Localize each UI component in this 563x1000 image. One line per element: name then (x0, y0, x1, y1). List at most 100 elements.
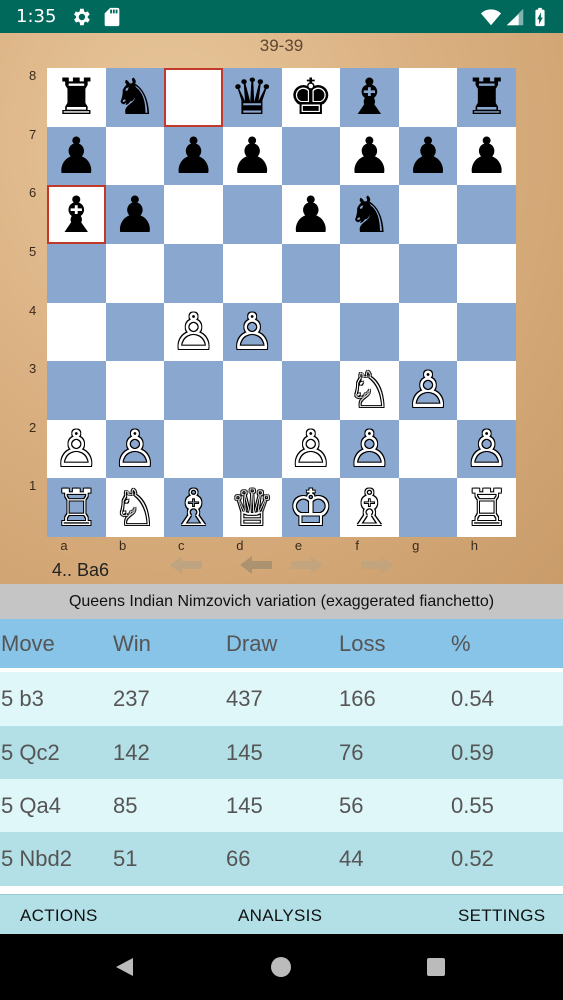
square-g4[interactable] (398, 302, 458, 362)
table-row[interactable]: 5 b3 237 437 166 0.54 (0, 672, 563, 726)
square-e6[interactable]: ♟ (281, 185, 341, 244)
chess-board[interactable]: ♜ ♞ ♛ ♚ ♝ ♜ ♟ ♟ ♟ ♟ ♟ ♟ ♝ ♟ ♟ ♞ ♙ ♙ ♘ ♙ ♙ ♙ ♙ ♙ ♙ ♖ ♘ ♗ ♕ ♔ ♗ ♖ (47, 68, 516, 537)
square-b1[interactable]: ♘ (105, 478, 165, 537)
chess-piece[interactable]: ♟ (113, 190, 158, 240)
square-a7[interactable]: ♟ (47, 126, 106, 186)
square-g2[interactable] (398, 419, 458, 479)
table-row[interactable]: 5 Nbd2 51 66 44 0.52 (0, 832, 563, 886)
square-f8[interactable]: ♝ (340, 68, 399, 127)
square-c4[interactable]: ♙ (164, 302, 223, 362)
chess-piece[interactable]: ♙ (54, 424, 99, 474)
chess-piece[interactable]: ♟ (54, 131, 99, 181)
square-h5[interactable] (457, 243, 516, 303)
square-c5[interactable] (164, 243, 223, 303)
square-d4[interactable]: ♙ (222, 302, 282, 362)
square-h1[interactable]: ♖ (457, 478, 516, 537)
square-h7[interactable]: ♟ (457, 126, 516, 186)
square-b2[interactable]: ♙ (105, 419, 165, 479)
nav-recents-icon[interactable] (426, 957, 446, 977)
last-move-arrow-icon[interactable] (359, 554, 395, 576)
square-c8[interactable] (164, 68, 223, 127)
chess-piece[interactable]: ♘ (347, 365, 392, 415)
square-f3[interactable]: ♘ (340, 361, 399, 420)
square-g6[interactable] (398, 185, 458, 244)
square-g7[interactable]: ♟ (398, 126, 458, 186)
chess-piece[interactable]: ♟ (171, 131, 216, 181)
chess-piece[interactable]: ♟ (347, 131, 392, 181)
square-f7[interactable]: ♟ (340, 126, 399, 186)
square-a4[interactable] (47, 302, 106, 362)
square-e2[interactable]: ♙ (281, 419, 341, 479)
square-b4[interactable] (105, 302, 165, 362)
square-f6[interactable]: ♞ (340, 185, 399, 244)
square-h4[interactable] (457, 302, 516, 362)
square-b6[interactable]: ♟ (105, 185, 165, 244)
square-g5[interactable] (398, 243, 458, 303)
square-a2[interactable]: ♙ (47, 419, 106, 479)
square-e1[interactable]: ♔ (281, 478, 341, 537)
square-a8[interactable]: ♜ (47, 68, 106, 127)
chess-piece[interactable]: ♖ (464, 483, 509, 533)
square-a3[interactable] (47, 361, 106, 420)
square-b3[interactable] (105, 361, 165, 420)
nav-back-icon[interactable] (113, 956, 135, 978)
square-h6[interactable] (457, 185, 516, 244)
square-g1[interactable] (398, 478, 458, 537)
square-d1[interactable]: ♕ (222, 478, 282, 537)
square-b5[interactable] (105, 243, 165, 303)
chess-piece[interactable]: ♙ (288, 424, 333, 474)
square-g3[interactable]: ♙ (398, 361, 458, 420)
back-arrow-icon[interactable] (238, 554, 274, 576)
square-b7[interactable] (105, 126, 165, 186)
square-e5[interactable] (281, 243, 341, 303)
square-f1[interactable]: ♗ (340, 478, 399, 537)
square-c2[interactable] (164, 419, 223, 479)
square-f2[interactable]: ♙ (340, 419, 399, 479)
chess-piece[interactable]: ♟ (230, 131, 275, 181)
square-d3[interactable] (222, 361, 282, 420)
square-e3[interactable] (281, 361, 341, 420)
square-f5[interactable] (340, 243, 399, 303)
square-c7[interactable]: ♟ (164, 126, 223, 186)
first-move-arrow-icon[interactable] (168, 554, 204, 576)
chess-piece[interactable]: ♚ (288, 72, 333, 122)
chess-piece[interactable]: ♜ (464, 72, 509, 122)
chess-piece[interactable]: ♞ (347, 190, 392, 240)
chess-piece[interactable]: ♗ (171, 483, 216, 533)
chess-piece[interactable]: ♝ (347, 72, 392, 122)
chess-piece[interactable]: ♟ (464, 131, 509, 181)
square-e4[interactable] (281, 302, 341, 362)
square-e8[interactable]: ♚ (281, 68, 341, 127)
chess-piece[interactable]: ♙ (171, 307, 216, 357)
table-row[interactable]: 5 Qa4 85 145 56 0.55 (0, 779, 563, 832)
square-a1[interactable]: ♖ (47, 478, 106, 537)
square-d6[interactable] (222, 185, 282, 244)
square-g8[interactable] (398, 68, 458, 127)
square-b8[interactable]: ♞ (105, 68, 165, 127)
square-d5[interactable] (222, 243, 282, 303)
table-row[interactable]: 5 Qc2 142 145 76 0.59 (0, 726, 563, 779)
square-d7[interactable]: ♟ (222, 126, 282, 186)
chess-piece[interactable]: ♙ (230, 307, 275, 357)
settings-button[interactable]: SETTINGS (458, 906, 545, 926)
square-c1[interactable]: ♗ (164, 478, 223, 537)
chess-piece[interactable]: ♙ (464, 424, 509, 474)
chess-piece[interactable]: ♙ (406, 365, 451, 415)
chess-piece[interactable]: ♗ (347, 483, 392, 533)
chess-piece[interactable]: ♔ (288, 483, 333, 533)
chess-piece[interactable]: ♙ (113, 424, 158, 474)
chess-piece[interactable]: ♝ (54, 190, 99, 240)
chess-piece[interactable]: ♞ (113, 72, 158, 122)
analysis-button[interactable]: ANALYSIS (238, 906, 322, 926)
square-a6[interactable]: ♝ (47, 185, 106, 244)
square-c6[interactable] (164, 185, 223, 244)
square-h2[interactable]: ♙ (457, 419, 516, 479)
chess-piece[interactable]: ♟ (288, 190, 333, 240)
forward-arrow-icon[interactable] (289, 554, 325, 576)
square-a5[interactable] (47, 243, 106, 303)
chess-piece[interactable]: ♖ (54, 483, 99, 533)
nav-home-icon[interactable] (270, 956, 292, 978)
square-h3[interactable] (457, 361, 516, 420)
square-d2[interactable] (222, 419, 282, 479)
chess-piece[interactable]: ♛ (230, 72, 275, 122)
